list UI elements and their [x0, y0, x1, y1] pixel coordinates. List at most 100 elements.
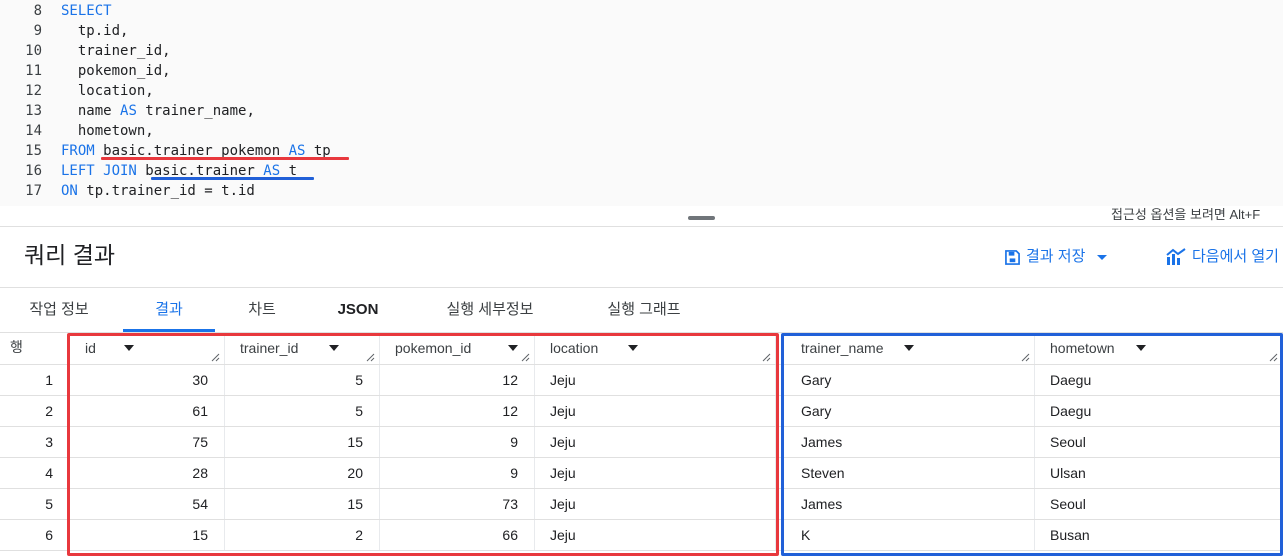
- tab-chart[interactable]: 차트: [230, 297, 294, 327]
- row-number: 1: [45, 372, 53, 388]
- line-number: 13: [25, 103, 42, 119]
- line-number: 15: [25, 143, 42, 159]
- tab-label: JSON: [337, 301, 379, 318]
- chart-explore-icon: [1166, 248, 1186, 265]
- sql-editor[interactable]: 8 SELECT 9 tp.id, 10 trainer_id, 11 pokemon_…: [0, 0, 1283, 206]
- sql-text: pokemon_id,: [61, 63, 171, 79]
- row-number: 4: [45, 465, 53, 481]
- accessibility-hint: 접근성 옵션을 보려면 Alt+F: [1111, 207, 1261, 222]
- resize-grip-icon[interactable]: [1268, 352, 1278, 362]
- tab-label: 결과: [155, 301, 183, 318]
- sql-text: trainer_id,: [61, 43, 171, 59]
- resize-grip-icon[interactable]: [1020, 352, 1030, 362]
- table-cell: 5: [225, 365, 380, 396]
- line-number: 14: [25, 123, 42, 139]
- resize-grip-icon[interactable]: [210, 352, 220, 362]
- table-cell: Jeju: [535, 458, 776, 489]
- save-results-button[interactable]: 결과 저장: [1005, 246, 1108, 268]
- code-text: name AS trainer_name,: [61, 101, 255, 121]
- line-number: 12: [25, 83, 42, 99]
- table-cell: Daegu: [1035, 396, 1283, 427]
- tab-label: 작업 정보: [29, 301, 89, 318]
- sql-text: trainer_name,: [136, 103, 255, 119]
- sql-text: location,: [61, 83, 154, 99]
- resize-grip-icon[interactable]: [365, 352, 375, 362]
- resize-grip-icon[interactable]: [761, 352, 771, 362]
- table-cell: 12: [380, 365, 535, 396]
- tab-label: 차트: [248, 301, 276, 318]
- sql-keyword: FROM: [61, 143, 95, 159]
- table-cell: Jeju: [535, 489, 776, 520]
- column-header-label: hometown: [1050, 340, 1115, 356]
- tab-job-info[interactable]: 작업 정보: [16, 297, 102, 327]
- save-icon: [1005, 249, 1020, 265]
- table-cell: 28: [70, 458, 225, 489]
- column-header-hometown[interactable]: hometown: [1035, 333, 1283, 364]
- table-cell: 15: [70, 520, 225, 551]
- open-in-label: 다음에서 열기: [1192, 248, 1279, 265]
- row-number: 6: [45, 527, 53, 543]
- tab-execution-graph[interactable]: 실행 그래프: [590, 297, 698, 327]
- table-cell: 15: [225, 427, 380, 458]
- sql-keyword: ON: [61, 183, 78, 199]
- sort-caret-icon[interactable]: [1136, 345, 1146, 351]
- tab-label: 실행 세부정보: [446, 301, 534, 318]
- sort-caret-icon[interactable]: [124, 345, 134, 351]
- line-number: 10: [25, 43, 42, 59]
- row-border: [0, 550, 1283, 551]
- table-cell: K: [786, 520, 1035, 551]
- table-cell: Seoul: [1035, 489, 1283, 520]
- table-cell: 9: [380, 427, 535, 458]
- table-cell: 75: [70, 427, 225, 458]
- column-header-label: trainer_id: [240, 340, 299, 356]
- tab-execution-details[interactable]: 실행 세부정보: [425, 297, 555, 327]
- table-cell: 30: [70, 365, 225, 396]
- table-cell: Jeju: [535, 365, 776, 396]
- sql-text: hometown,: [61, 123, 154, 139]
- tab-json[interactable]: JSON: [325, 297, 391, 327]
- resize-grip-icon[interactable]: [520, 352, 530, 362]
- table-cell: Gary: [786, 396, 1035, 427]
- table-cell: Busan: [1035, 520, 1283, 551]
- table-cell: 15: [225, 489, 380, 520]
- code-text: tp.id,: [61, 21, 129, 41]
- sort-caret-icon[interactable]: [904, 345, 914, 351]
- code-text: trainer_id,: [61, 41, 171, 61]
- table-cell: James: [786, 427, 1035, 458]
- line-number: 9: [33, 23, 42, 39]
- table-cell: 20: [225, 458, 380, 489]
- row-number: 5: [45, 496, 53, 512]
- column-header-location[interactable]: location: [535, 333, 776, 364]
- tab-results[interactable]: 결과: [123, 297, 215, 327]
- sort-caret-icon[interactable]: [508, 345, 518, 351]
- line-number: 8: [33, 3, 42, 19]
- sql-text: name: [61, 103, 121, 119]
- column-header-label: trainer_name: [801, 340, 884, 356]
- table-cell: 54: [70, 489, 225, 520]
- row-number-header: 행: [10, 339, 23, 355]
- table-cell: Seoul: [1035, 427, 1283, 458]
- table-cell: 61: [70, 396, 225, 427]
- line-number: 17: [25, 183, 42, 199]
- save-results-label: 결과 저장: [1026, 248, 1086, 265]
- sort-caret-icon[interactable]: [329, 345, 339, 351]
- column-header-pokemon-id[interactable]: pokemon_id: [380, 333, 535, 364]
- column-header-label: id: [85, 340, 96, 356]
- column-header-trainer-id[interactable]: trainer_id: [225, 333, 380, 364]
- annotation-underline-from: [101, 157, 349, 160]
- table-cell: Steven: [786, 458, 1035, 489]
- row-number: 2: [45, 403, 53, 419]
- table-cell: 9: [380, 458, 535, 489]
- table-cell: 2: [225, 520, 380, 551]
- open-in-button[interactable]: 다음에서 열기: [1166, 246, 1279, 268]
- column-header-id[interactable]: id: [70, 333, 225, 364]
- table-cell: Jeju: [535, 396, 776, 427]
- column-header-trainer-name[interactable]: trainer_name: [786, 333, 1035, 364]
- sort-caret-icon[interactable]: [628, 345, 638, 351]
- table-cell: 5: [225, 396, 380, 427]
- editor-resize-handle[interactable]: [688, 216, 715, 220]
- code-text: ON tp.trainer_id = t.id: [61, 181, 255, 201]
- line-number: 11: [25, 63, 42, 79]
- sql-keyword: AS: [120, 103, 137, 119]
- table-cell: James: [786, 489, 1035, 520]
